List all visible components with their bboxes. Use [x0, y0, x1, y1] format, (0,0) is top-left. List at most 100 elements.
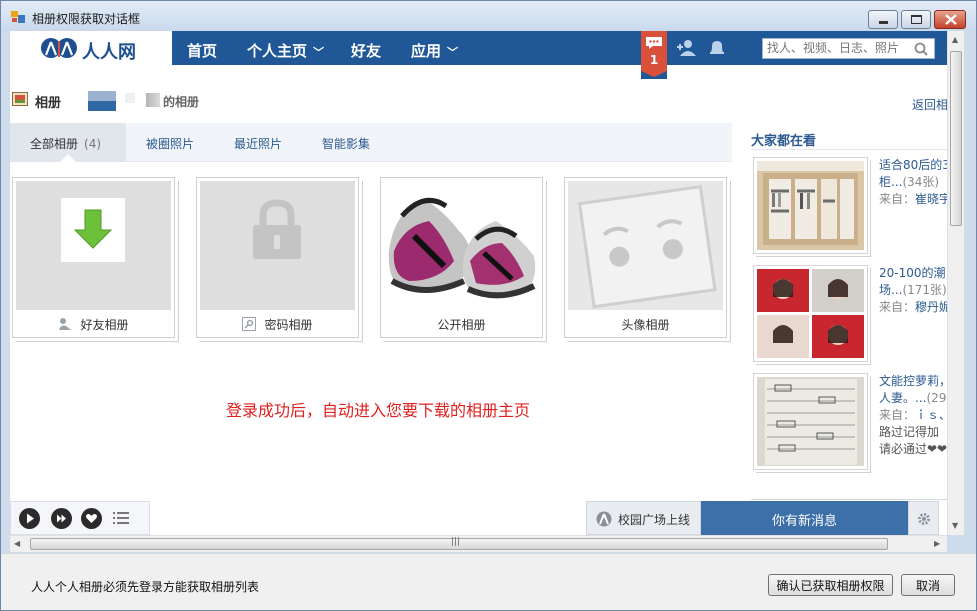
renren-logo-icon	[41, 38, 77, 58]
album-label-text: 密码相册	[264, 318, 313, 332]
playlist-icon[interactable]	[113, 512, 129, 524]
sidebar-item-author[interactable]: ｉｓ、	[915, 408, 947, 422]
page-header: 相册 的相册 返回相	[10, 87, 947, 117]
sidebar-album-item[interactable]: 文能控萝莉， 人妻。...(29 来自：ｉｓ、 路过记得加 请必通过❤❤	[751, 373, 947, 477]
album-card-public[interactable]: 公开相册	[380, 177, 543, 338]
notification-count: 1	[649, 53, 659, 67]
nav-profile[interactable]: 个人主页 ﹀	[247, 40, 324, 61]
download-arrow-icon	[61, 198, 125, 262]
notification-ribbon-tail	[641, 71, 667, 79]
sidebar-item-title[interactable]: 20-100的潮	[879, 265, 947, 282]
sidebar-item-title-2[interactable]: 场...	[879, 283, 902, 297]
search-input[interactable]	[767, 41, 907, 55]
sidebar-item-author[interactable]: 崔晓宇	[915, 192, 947, 206]
login-required-notice: 人人个人相册必须先登录方能获取相册列表	[31, 580, 260, 594]
next-icon	[57, 514, 66, 523]
favorite-button[interactable]	[81, 508, 102, 529]
nav-apps[interactable]: 应用 ﹀	[411, 40, 458, 61]
minimize-button[interactable]	[868, 10, 898, 29]
horizontal-scroll-thumb[interactable]: |||	[30, 537, 888, 550]
sidebar-album-item[interactable]: 适合80后的3 柜...(34张) 来自：崔晓宇	[751, 157, 947, 261]
scroll-left-icon[interactable]: ◀	[14, 539, 20, 548]
sidebar-item-title-2[interactable]: 人妻。...	[879, 391, 926, 405]
minimize-icon	[879, 21, 888, 24]
scroll-up-icon[interactable]: ▲	[952, 35, 958, 44]
sidebar-thumbnail[interactable]	[753, 265, 868, 362]
page-title: 相册	[35, 96, 62, 111]
tab-all-albums[interactable]: 全部相册 (4)	[10, 123, 126, 162]
sidebar-thumbnail[interactable]	[753, 157, 868, 254]
album-label: 头像相册	[621, 318, 670, 332]
sidebar-item-author[interactable]: 穆丹妮	[915, 300, 947, 314]
active-tab-pointer	[60, 154, 76, 162]
logo[interactable]: 人人网	[10, 31, 172, 65]
confirm-permission-button[interactable]: 确认已获取相册权限	[768, 574, 893, 596]
album-card-password[interactable]: 密码相册	[196, 177, 359, 338]
vertical-scrollbar[interactable]: ▲ ▼	[947, 31, 964, 535]
album-label: 密码相册	[197, 316, 358, 333]
avatar-placeholder-icon	[577, 185, 717, 309]
top-navbar: 人人网 首页 个人主页 ﹀ 好友 应用 ﹀ 1	[10, 31, 947, 79]
logo-text: 人人网	[82, 42, 136, 63]
album-card-avatar[interactable]: 头像相册	[564, 177, 727, 338]
album-thumbnail	[568, 181, 723, 310]
tab-smart-collections[interactable]: 智能影集	[322, 135, 370, 152]
album-thumbnail	[200, 181, 355, 310]
app-icon	[11, 11, 25, 23]
chat-bubble-icon	[646, 37, 662, 49]
maximize-button[interactable]	[901, 10, 931, 29]
bell-icon[interactable]	[708, 39, 726, 57]
web-viewport: 人人网 首页 个人主页 ﹀ 好友 应用 ﹀ 1 找人、视频、日志、照片 相册 的…	[10, 31, 947, 535]
search-box[interactable]	[762, 38, 935, 59]
blurred-name	[125, 93, 135, 103]
add-friend-icon[interactable]	[675, 39, 697, 57]
sidebar-thumbnail[interactable]	[753, 373, 868, 470]
lock-icon	[253, 199, 301, 259]
heart-icon	[86, 514, 97, 523]
tab-tagged-photos[interactable]: 被圈照片	[146, 135, 194, 152]
tab-recent-photos[interactable]: 最近照片	[234, 135, 282, 152]
new-message-bar[interactable]: 你有新消息	[701, 501, 908, 535]
album-thumbnail	[384, 181, 539, 310]
photo-album-icon	[12, 92, 28, 106]
sidebar-item-title[interactable]: 文能控萝莉，	[879, 373, 947, 390]
album-label: 好友相册	[13, 316, 174, 333]
nav-home[interactable]: 首页	[187, 40, 217, 61]
nav-profile-label: 个人主页	[247, 42, 308, 60]
campus-logo-icon	[596, 511, 612, 527]
campus-square-banner[interactable]: 校园广场上线	[586, 501, 701, 535]
message-notification[interactable]: 1	[641, 31, 667, 79]
album-card-friends[interactable]: 好友相册	[12, 177, 175, 338]
sidebar-item-text: 文能控萝莉， 人妻。...(29 来自：ｉｓ、 路过记得加 请必通过❤❤	[879, 373, 947, 458]
settings-button[interactable]	[908, 501, 939, 535]
wardrobe-photo	[757, 161, 864, 250]
search-icon[interactable]	[914, 42, 928, 56]
sidebar-item-title-2[interactable]: 柜...	[879, 175, 902, 189]
close-button[interactable]	[934, 10, 966, 29]
vertical-scroll-thumb[interactable]	[950, 51, 962, 226]
key-icon	[242, 317, 257, 331]
scroll-right-icon[interactable]: ▶	[934, 539, 940, 548]
music-player	[10, 501, 150, 535]
horizontal-scrollbar[interactable]: ◀ ||| ▶	[10, 535, 947, 552]
scroll-down-icon[interactable]: ▼	[952, 521, 958, 530]
sidebar-item-desc: 请必通过❤❤	[879, 442, 947, 456]
maximize-icon	[911, 15, 922, 24]
album-thumbnail	[16, 181, 171, 310]
from-label: 来自：	[879, 408, 916, 422]
sidebar-item-title[interactable]: 适合80后的3	[879, 157, 947, 174]
gear-icon	[918, 513, 930, 525]
dialog-footer: 人人个人相册必须先登录方能获取相册列表 确认已获取相册权限 取消	[1, 553, 976, 610]
next-button[interactable]	[51, 508, 72, 529]
sidebar-item-text: 适合80后的3 柜...(34张) 来自：崔晓宇	[879, 157, 947, 208]
play-button[interactable]	[19, 508, 40, 529]
from-label: 来自：	[879, 300, 916, 314]
chevron-down-icon: ﹀	[313, 46, 325, 59]
back-link[interactable]: 返回相	[912, 96, 947, 113]
sidebar-album-item[interactable]: 20-100的潮 场...(171张) 来自：穆丹妮	[751, 265, 947, 369]
cancel-button[interactable]: 取消	[901, 574, 955, 596]
title-bar: 相册权限获取对话框	[1, 1, 976, 31]
grip-icon: |||	[451, 537, 461, 547]
owner-album-suffix: 的相册	[163, 95, 200, 109]
nav-friends[interactable]: 好友	[351, 40, 381, 61]
